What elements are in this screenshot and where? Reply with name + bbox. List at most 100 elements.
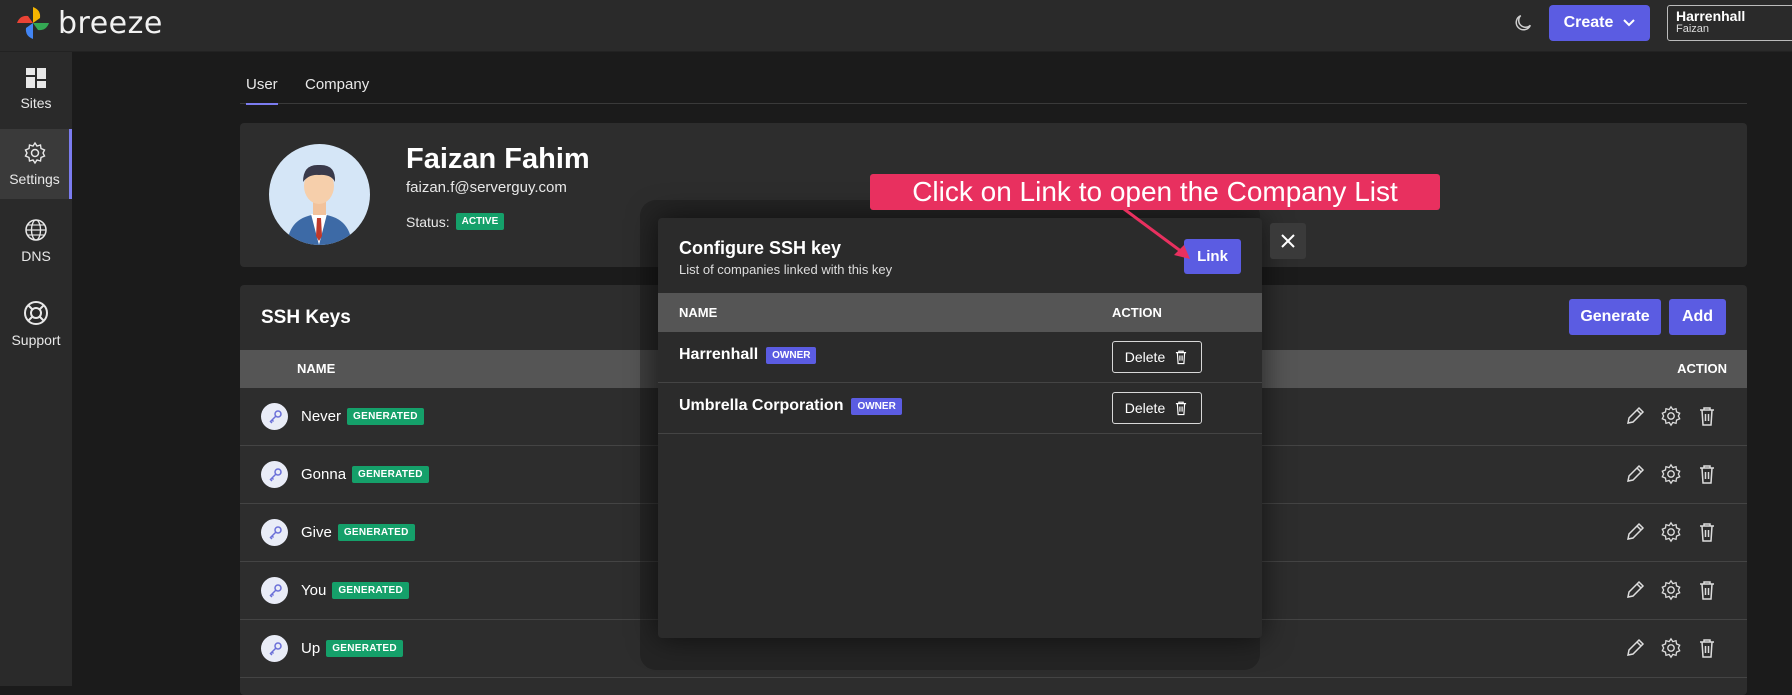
sidebar-item-settings[interactable]: Settings	[0, 129, 72, 199]
company-label: Umbrella Corporation	[679, 397, 844, 414]
delete-button[interactable]: Delete	[1112, 392, 1202, 424]
company-label: Harrenhall	[679, 346, 759, 363]
status-label: Status:	[406, 213, 450, 230]
table-row: Umbrella Corporation OWNER Delete	[658, 383, 1262, 434]
key-name: Gonna GENERATED	[301, 466, 429, 483]
key-label: Never	[301, 408, 342, 425]
gear-icon[interactable]	[1660, 405, 1682, 427]
sidebar-item-label: Support	[11, 332, 61, 348]
column-header-action: ACTION	[1677, 361, 1727, 376]
gear-icon[interactable]	[1660, 637, 1682, 659]
create-label: Create	[1563, 14, 1614, 31]
avatar	[269, 144, 370, 245]
edit-icon[interactable]	[1624, 405, 1646, 427]
user-avatar-icon	[287, 164, 352, 245]
trash-icon[interactable]	[1696, 579, 1718, 601]
top-bar: breeze Create Harrenhall Faizan	[0, 0, 1792, 52]
settings-tabs: User Company	[240, 72, 1747, 105]
lifebuoy-icon	[24, 301, 48, 325]
breeze-logo-icon	[17, 7, 49, 39]
generated-badge: GENERATED	[326, 640, 403, 657]
row-actions	[1624, 463, 1718, 485]
app-logo[interactable]: breeze	[14, 4, 163, 42]
row-actions	[1624, 637, 1718, 659]
owner-badge: OWNER	[851, 397, 902, 415]
close-icon	[1281, 234, 1295, 248]
status-badge: ACTIVE	[455, 213, 505, 230]
add-key-button[interactable]: Add	[1669, 299, 1726, 335]
column-header-name: NAME	[679, 305, 718, 320]
gear-icon[interactable]	[1660, 463, 1682, 485]
sidebar: Sites Settings DNS Support	[0, 52, 72, 686]
profile-email: faizan.f@serverguy.com	[406, 179, 567, 196]
grid-icon	[26, 68, 46, 88]
generate-button[interactable]: Generate	[1569, 299, 1661, 335]
chevron-down-icon	[1623, 19, 1636, 27]
configure-ssh-key-modal: Configure SSH key List of companies link…	[658, 218, 1262, 638]
account-company: Harrenhall	[1676, 8, 1746, 24]
sidebar-item-dns[interactable]: DNS	[0, 206, 72, 276]
row-actions	[1624, 579, 1718, 601]
sidebar-item-sites[interactable]: Sites	[0, 54, 72, 124]
profile-name: Faizan Fahim	[406, 143, 590, 175]
gear-icon	[24, 141, 45, 165]
create-button[interactable]: Create	[1549, 5, 1650, 41]
key-name: Give GENERATED	[301, 524, 415, 541]
row-actions	[1624, 521, 1718, 543]
tab-user[interactable]: User	[246, 76, 278, 105]
edit-icon[interactable]	[1624, 637, 1646, 659]
key-icon	[261, 577, 288, 604]
modal-subtitle: List of companies linked with this key	[679, 262, 893, 277]
app-name: breeze	[58, 5, 163, 41]
edit-icon[interactable]	[1624, 521, 1646, 543]
generated-badge: GENERATED	[347, 408, 424, 425]
key-icon	[261, 403, 288, 430]
column-header-action: ACTION	[1112, 305, 1162, 320]
close-modal-button[interactable]	[1270, 223, 1306, 259]
key-name: You GENERATED	[301, 582, 410, 599]
trash-icon	[1176, 401, 1187, 416]
edit-icon[interactable]	[1624, 579, 1646, 601]
owner-badge: OWNER	[766, 346, 817, 364]
account-switcher[interactable]: Harrenhall Faizan	[1667, 5, 1792, 41]
trash-icon[interactable]	[1696, 463, 1718, 485]
key-icon	[261, 461, 288, 488]
sidebar-item-label: Settings	[9, 171, 60, 187]
trash-icon[interactable]	[1696, 637, 1718, 659]
company-name: Umbrella Corporation OWNER	[679, 397, 902, 415]
delete-label: Delete	[1124, 400, 1166, 416]
sidebar-item-label: Sites	[20, 95, 52, 111]
delete-button[interactable]: Delete	[1112, 341, 1202, 373]
delete-label: Delete	[1124, 349, 1166, 365]
edit-icon[interactable]	[1624, 463, 1646, 485]
account-user: Faizan	[1676, 23, 1710, 35]
profile-status: Status: ACTIVE	[406, 213, 505, 230]
key-icon	[261, 635, 288, 662]
company-name: Harrenhall OWNER	[679, 346, 817, 364]
ssh-keys-title: SSH Keys	[261, 307, 351, 328]
key-name: Never GENERATED	[301, 408, 424, 425]
tab-company[interactable]: Company	[305, 76, 369, 103]
trash-icon[interactable]	[1696, 405, 1718, 427]
modal-table-header: NAME ACTION	[658, 293, 1262, 332]
generated-badge: GENERATED	[332, 582, 410, 599]
trash-icon[interactable]	[1696, 521, 1718, 543]
key-icon	[261, 519, 288, 546]
generated-badge: GENERATED	[352, 466, 429, 483]
column-header-name: NAME	[297, 361, 336, 376]
sidebar-item-label: DNS	[21, 248, 51, 264]
gear-icon[interactable]	[1660, 521, 1682, 543]
row-actions	[1624, 405, 1718, 427]
trash-icon	[1176, 350, 1187, 365]
globe-icon	[25, 219, 47, 241]
sidebar-item-support[interactable]: Support	[0, 289, 72, 359]
key-label: Give	[301, 524, 332, 541]
table-row: Harrenhall OWNER Delete	[658, 332, 1262, 383]
key-label: Gonna	[301, 466, 347, 483]
gear-icon[interactable]	[1660, 579, 1682, 601]
callout-arrow-icon	[1123, 207, 1190, 259]
generated-badge: GENERATED	[337, 524, 415, 541]
moon-icon[interactable]	[1512, 12, 1534, 34]
key-label: You	[301, 582, 327, 599]
key-label: Up	[301, 640, 321, 657]
